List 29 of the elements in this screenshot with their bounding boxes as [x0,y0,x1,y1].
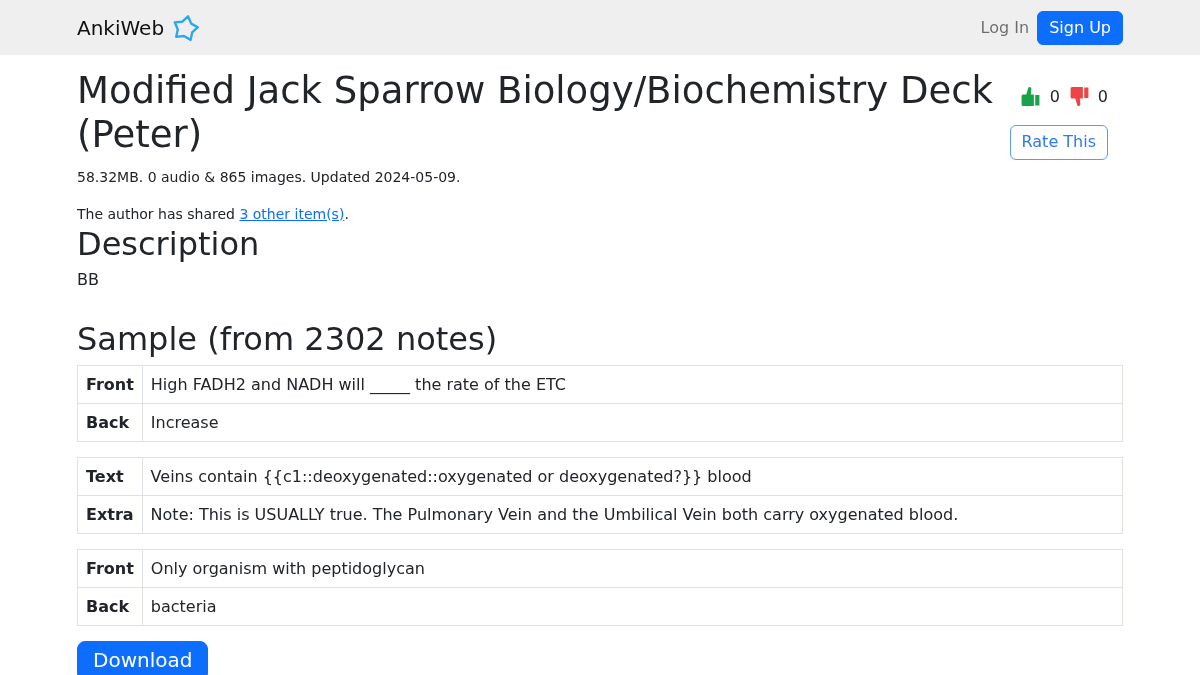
thumbs-down-count: 0 [1097,87,1108,106]
thumbs-up-icon [1019,86,1041,107]
field-value-cell: Note: This is USUALLY true. The Pulmonary Vein and the Umbilical Vein both carry oxygenated blood. [142,495,1123,533]
thumbs-up-count: 0 [1049,87,1060,106]
field-name-cell: Front [77,365,143,403]
rate-button[interactable]: Rate This [1009,125,1108,160]
shared-items-note: The author has shared 3 other item(s). [77,204,350,224]
field-value-cell: Only organism with peptidoglycan [142,549,1123,587]
deck-info-text: 58.32MB. 0 audio & 865 images. Updated 2024-05-09. [77,167,462,187]
shared-items-link[interactable]: 3 other item(s) [239,205,345,222]
field-name-cell: Extra [77,495,143,533]
deck-title: Modified Jack Sparrow Biology/Biochemistry Deck (Peter) [77,69,994,157]
field-name-cell: Text [77,457,143,495]
field-value-cell: High FADH2 and NADH will _____ the rate of the ETC [142,365,1123,403]
field-value-cell: Increase [142,403,1123,441]
download-button[interactable]: Download [77,640,209,675]
star-logo-icon [171,13,201,42]
description-text: BB [77,268,100,291]
field-name-cell: Front [77,549,143,587]
thumbs-down-icon [1068,86,1090,107]
field-value-cell: Veins contain {{c1::deoxygenated::oxygenated or deoxygenated?}} blood [142,457,1123,495]
brand-link[interactable]: AnkiWeb [77,13,201,42]
field-name-cell: Back [77,403,143,441]
sample-heading: Sample (from 2302 notes) [77,319,499,358]
description-heading: Description [77,224,261,263]
login-link[interactable]: Log In [980,10,1030,45]
field-value-cell: bacteria [142,587,1123,625]
signup-button[interactable]: Sign Up [1037,10,1123,45]
field-name-cell: Back [77,587,143,625]
